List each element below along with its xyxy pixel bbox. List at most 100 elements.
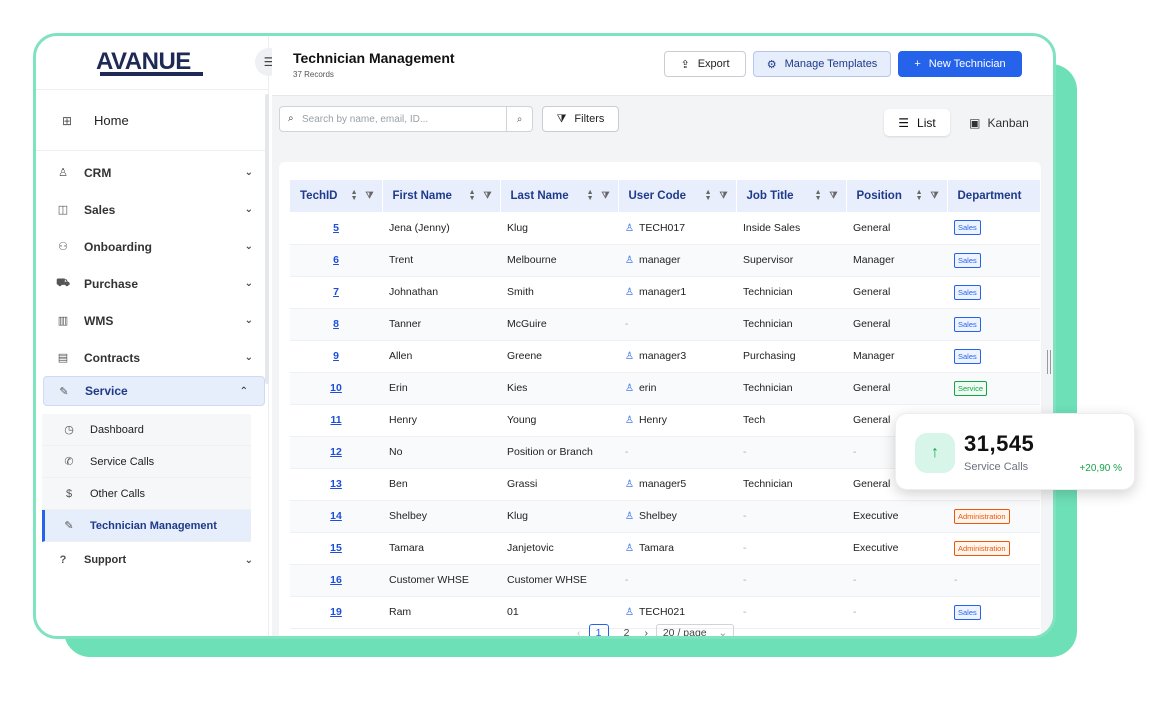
export-button[interactable]: ⇪ Export <box>664 51 746 77</box>
export-label: Export <box>697 58 730 70</box>
user-icon: ♙ <box>625 222 634 234</box>
table-row[interactable]: 15 Tamara Janjetovic ♙ Tamara - Executive Admin… <box>290 532 1040 565</box>
empty-value: - <box>853 574 857 586</box>
filter-icon[interactable]: ⧩ <box>930 190 938 201</box>
sidebar-subitem-other-calls[interactable]: $ Other Calls <box>42 478 251 510</box>
chevron-down-icon: ⌄ <box>244 204 253 215</box>
next-page-icon[interactable]: › <box>645 627 649 636</box>
column-header-techid[interactable]: TechID ▲ ▼ ⧩ <box>290 180 383 212</box>
techid-link[interactable]: 5 <box>290 212 382 245</box>
page-2-button[interactable]: 2 <box>617 624 637 636</box>
department-badge: Sales <box>954 604 981 620</box>
techid-link[interactable]: 10 <box>290 372 382 405</box>
sidebar-item-support[interactable]: ? Support ⌄ <box>36 550 269 570</box>
table-row[interactable]: 14 Shelbey Klug ♙ Shelbey - Executive Administr… <box>290 500 1040 533</box>
filter-icon[interactable]: ⧩ <box>365 190 373 201</box>
filter-icon[interactable]: ⧩ <box>483 190 491 201</box>
chevron-down-icon: ⌄ <box>244 167 253 178</box>
sidebar-item-contracts[interactable]: ▤ Contracts ⌄ <box>36 339 269 376</box>
position-cell: Executive <box>846 500 947 533</box>
user-icon: ♙ <box>625 351 634 362</box>
cell-text: Tech <box>743 414 766 426</box>
techid-link[interactable]: 7 <box>290 276 382 309</box>
sidebar-item-service[interactable]: ✎ Service ⌃ <box>43 376 265 406</box>
techid-link[interactable]: 13 <box>290 468 382 501</box>
filter-icon[interactable]: ⧩ <box>829 190 837 201</box>
cell-text: Executive <box>853 542 899 554</box>
techid-link[interactable]: 15 <box>290 532 382 565</box>
sidebar-scrollbar[interactable] <box>265 94 269 384</box>
techid-link[interactable]: 11 <box>290 404 382 437</box>
table-row[interactable]: 9 Allen Greene ♙ manager3 Purchasing Manager Sa… <box>290 340 1040 373</box>
cell-text: General <box>853 382 891 394</box>
sidebar-subitem-technician-management[interactable]: ✎ Technician Management <box>42 510 251 542</box>
sidebar-item-onboarding[interactable]: ⚇ Onboarding ⌄ <box>36 228 269 265</box>
department-badge: Administration <box>954 508 1010 524</box>
column-header-department[interactable]: Department <box>947 180 1041 212</box>
search-button[interactable]: ⌕ <box>506 107 532 131</box>
cell-text: Tamara <box>638 542 674 554</box>
user-code-cell: ♙ manager1 <box>618 276 736 309</box>
position-cell: - <box>846 564 947 597</box>
sidebar-subitem-dashboard[interactable]: ◷ Dashboard <box>42 414 251 446</box>
sidebar-subitem-label: Dashboard <box>90 423 144 436</box>
table-row[interactable]: 6 Trent Melbourne ♙ manager Supervisor Manager… <box>290 244 1040 277</box>
sort-icon[interactable]: ▲ ▼ <box>469 189 476 202</box>
job-title-cell: Inside Sales <box>736 212 846 245</box>
page-1-button[interactable]: 1 <box>588 624 609 636</box>
table-row[interactable]: 8 Tanner McGuire - Technician General Sales <box>290 308 1040 341</box>
empty-value: - <box>853 446 857 458</box>
table-row[interactable]: 16 Customer WHSE Customer WHSE - - - - <box>290 564 1040 597</box>
cell-text: Shelbey <box>389 510 427 522</box>
cell-text: 6 <box>333 254 339 266</box>
techid-link[interactable]: 8 <box>290 308 382 341</box>
filter-icon[interactable]: ⧩ <box>601 190 609 201</box>
cell-text: Henry <box>638 414 667 426</box>
view-kanban-label: Kanban <box>987 115 1029 130</box>
sidebar-item-crm[interactable]: ♙ CRM ⌄ <box>36 154 269 191</box>
column-header-user-code[interactable]: User Code ▲ ▼ ⧩ <box>618 180 737 212</box>
techid-link[interactable]: 6 <box>290 244 382 277</box>
techid-link[interactable]: 9 <box>290 340 382 373</box>
cell-text: 14 <box>330 510 342 522</box>
sort-icon[interactable]: ▲ ▼ <box>587 189 594 202</box>
filter-icon[interactable]: ⧩ <box>719 190 727 201</box>
column-header-last-name[interactable]: Last Name ▲ ▼ ⧩ <box>500 180 619 212</box>
sidebar-item-home[interactable]: ⊞ Home <box>36 91 269 151</box>
table-row[interactable]: 10 Erin Kies ♙ erin Technician General Service <box>290 372 1040 405</box>
table-header-row: TechID ▲ ▼ ⧩ First Name ▲ ▼ ⧩ Last Name ▲ ▼ ⧩ Use… <box>290 180 1041 212</box>
page-size-select[interactable]: 20 / page ⌄ <box>656 624 734 636</box>
techid-link[interactable]: 12 <box>290 436 382 469</box>
sidebar-item-sales[interactable]: ◫ Sales ⌄ <box>36 191 269 228</box>
column-header-position[interactable]: Position ▲ ▼ ⧩ <box>846 180 948 212</box>
filters-button[interactable]: ⧩ Filters <box>542 106 619 132</box>
sidebar-item-wms[interactable]: ▥ WMS ⌄ <box>36 302 269 339</box>
column-header-first-name[interactable]: First Name ▲ ▼ ⧩ <box>382 180 501 212</box>
table-row[interactable]: 7 Johnathan Smith ♙ manager1 Technician Genera… <box>290 276 1040 309</box>
sort-icon[interactable]: ▲ ▼ <box>916 189 923 202</box>
sort-icon[interactable]: ▲ ▼ <box>815 189 822 202</box>
user-code-cell: ♙ manager5 <box>618 468 736 501</box>
search-input[interactable]: Search by name, email, ID... <box>302 114 428 125</box>
empty-value: - <box>743 542 747 554</box>
view-kanban-tab[interactable]: ▣ Kanban <box>962 109 1036 136</box>
user-icon: ♙ <box>625 287 634 298</box>
sidebar-subitem-service-calls[interactable]: ✆ Service Calls <box>42 446 251 478</box>
manage-templates-button[interactable]: ⚙ Manage Templates <box>753 51 891 77</box>
page-title: Technician Management <box>293 50 455 66</box>
sidebar-item-purchase[interactable]: ⛟ Purchase ⌄ <box>36 265 269 302</box>
techid-link[interactable]: 19 <box>290 596 382 629</box>
first-name-cell: Ram <box>382 596 500 629</box>
view-list-tab[interactable]: ☰ List <box>884 109 950 136</box>
prev-page-icon[interactable]: ‹ <box>577 627 581 636</box>
column-header-job-title[interactable]: Job Title ▲ ▼ ⧩ <box>736 180 847 212</box>
techid-link[interactable]: 16 <box>290 564 382 597</box>
sort-icon[interactable]: ▲ ▼ <box>351 189 358 202</box>
table-row[interactable]: 5 Jena (Jenny) Klug ♙ TECH017 Inside Sales Gen… <box>290 212 1040 245</box>
techid-link[interactable]: 14 <box>290 500 382 533</box>
resize-handle[interactable] <box>1047 350 1051 374</box>
last-name-cell: Kies <box>500 372 618 405</box>
sort-icon[interactable]: ▲ ▼ <box>705 189 712 202</box>
position-cell: General <box>846 372 947 405</box>
new-technician-button[interactable]: + New Technician <box>898 51 1022 77</box>
